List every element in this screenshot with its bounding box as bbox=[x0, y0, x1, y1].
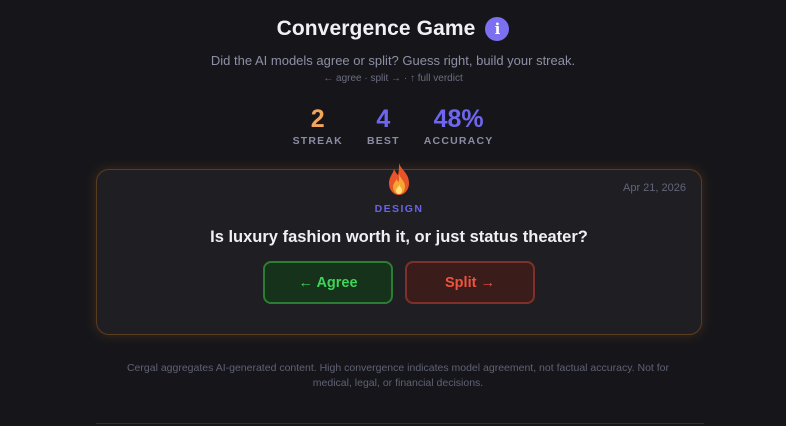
stat-streak-label: STREAK bbox=[292, 135, 343, 147]
keyboard-hints: ← agree · split → · ↑ full verdict bbox=[323, 73, 463, 84]
split-button[interactable]: Split → bbox=[405, 261, 535, 304]
stat-accuracy: 48% ACCURACY bbox=[424, 104, 494, 147]
header: Convergence Game i Did the AI models agr… bbox=[0, 14, 786, 84]
stat-streak: 2 STREAK bbox=[293, 104, 343, 147]
stat-best: 4 BEST bbox=[367, 104, 400, 147]
stat-accuracy-label: ACCURACY bbox=[423, 135, 494, 147]
stats-bar: 2 STREAK 4 BEST 48% ACCURACY bbox=[0, 104, 786, 147]
stat-streak-value: 2 bbox=[310, 105, 325, 133]
stat-best-label: BEST bbox=[366, 135, 400, 147]
page-title: Convergence Game bbox=[276, 17, 476, 40]
page-subtitle: Did the AI models agree or split? Guess … bbox=[210, 53, 576, 68]
title-row: Convergence Game i bbox=[0, 14, 786, 44]
category-label: DESIGN bbox=[374, 203, 424, 215]
disclaimer: Cergal aggregates AI-generated content. … bbox=[126, 362, 670, 389]
agree-button[interactable]: ← Agree bbox=[263, 261, 393, 304]
question-date: Apr 21, 2026 bbox=[623, 182, 686, 194]
info-icon[interactable]: i bbox=[485, 17, 510, 41]
stat-accuracy-value: 48% bbox=[433, 105, 484, 133]
stat-best-value: 4 bbox=[376, 105, 391, 133]
divider bbox=[96, 423, 704, 424]
answer-buttons: ← Agree Split → bbox=[97, 261, 701, 304]
question-card: Apr 21, 2026 DESIGN Is luxury fashion wo… bbox=[96, 163, 702, 335]
fire-icon bbox=[389, 163, 409, 195]
question-text: Is luxury fashion worth it, or just stat… bbox=[210, 228, 588, 246]
